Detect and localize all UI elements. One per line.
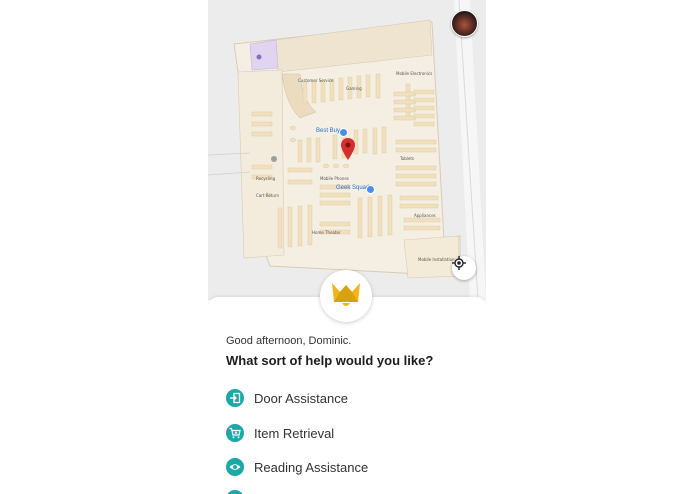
bell-logo-icon [332, 283, 360, 306]
recenter-button[interactable] [452, 256, 476, 280]
more-options-item[interactable] [226, 488, 254, 494]
map-label-customer-service: Customer Service [298, 78, 334, 83]
map-label-mobile-electronics: Mobile Electronics [396, 71, 433, 76]
reading-assistance-option[interactable]: Reading Assistance [226, 456, 368, 478]
map-label-appliances: Appliances [414, 213, 436, 218]
my-location-icon [452, 256, 466, 270]
phone-screen: Customer Service Gaming Mobile Electroni… [208, 0, 486, 494]
door-assistance-option[interactable]: Door Assistance [226, 387, 348, 409]
geek-squad-marker-icon[interactable] [366, 185, 375, 194]
map-label-home-theater: Home Theater [312, 230, 341, 235]
store-map[interactable]: Customer Service Gaming Mobile Electroni… [208, 0, 486, 300]
user-avatar[interactable] [451, 10, 478, 37]
location-pin-icon[interactable] [341, 138, 355, 162]
option-icon [226, 490, 244, 494]
app-logo[interactable] [320, 270, 372, 322]
map-label-best-buy: Best Buy [316, 128, 341, 134]
best-buy-marker-icon[interactable] [339, 128, 348, 137]
map-label-tablets: Tablets [400, 156, 414, 161]
map-label-mobile-phones: Mobile Phones [320, 176, 349, 181]
item-retrieval-label: Item Retrieval [254, 425, 335, 441]
cart-icon [226, 424, 244, 442]
map-label-recycling: Recycling [256, 176, 276, 181]
item-retrieval-option[interactable]: Item Retrieval [226, 422, 334, 444]
help-prompt-heading: What sort of help would you like? [226, 353, 434, 368]
map-label-cart-return: Cart Return [256, 193, 280, 198]
door-enter-icon [226, 389, 244, 407]
reading-assistance-label: Reading Assistance [254, 459, 369, 475]
door-assistance-label: Door Assistance [254, 390, 348, 406]
eye-icon [226, 458, 244, 476]
map-label-mobile-installation: Mobile Installation [418, 257, 455, 262]
map-label-gaming: Gaming [346, 86, 362, 91]
greeting-text: Good afternoon, Dominic. [226, 335, 352, 347]
map-label-geek-squad: Geek Squad [336, 185, 370, 191]
